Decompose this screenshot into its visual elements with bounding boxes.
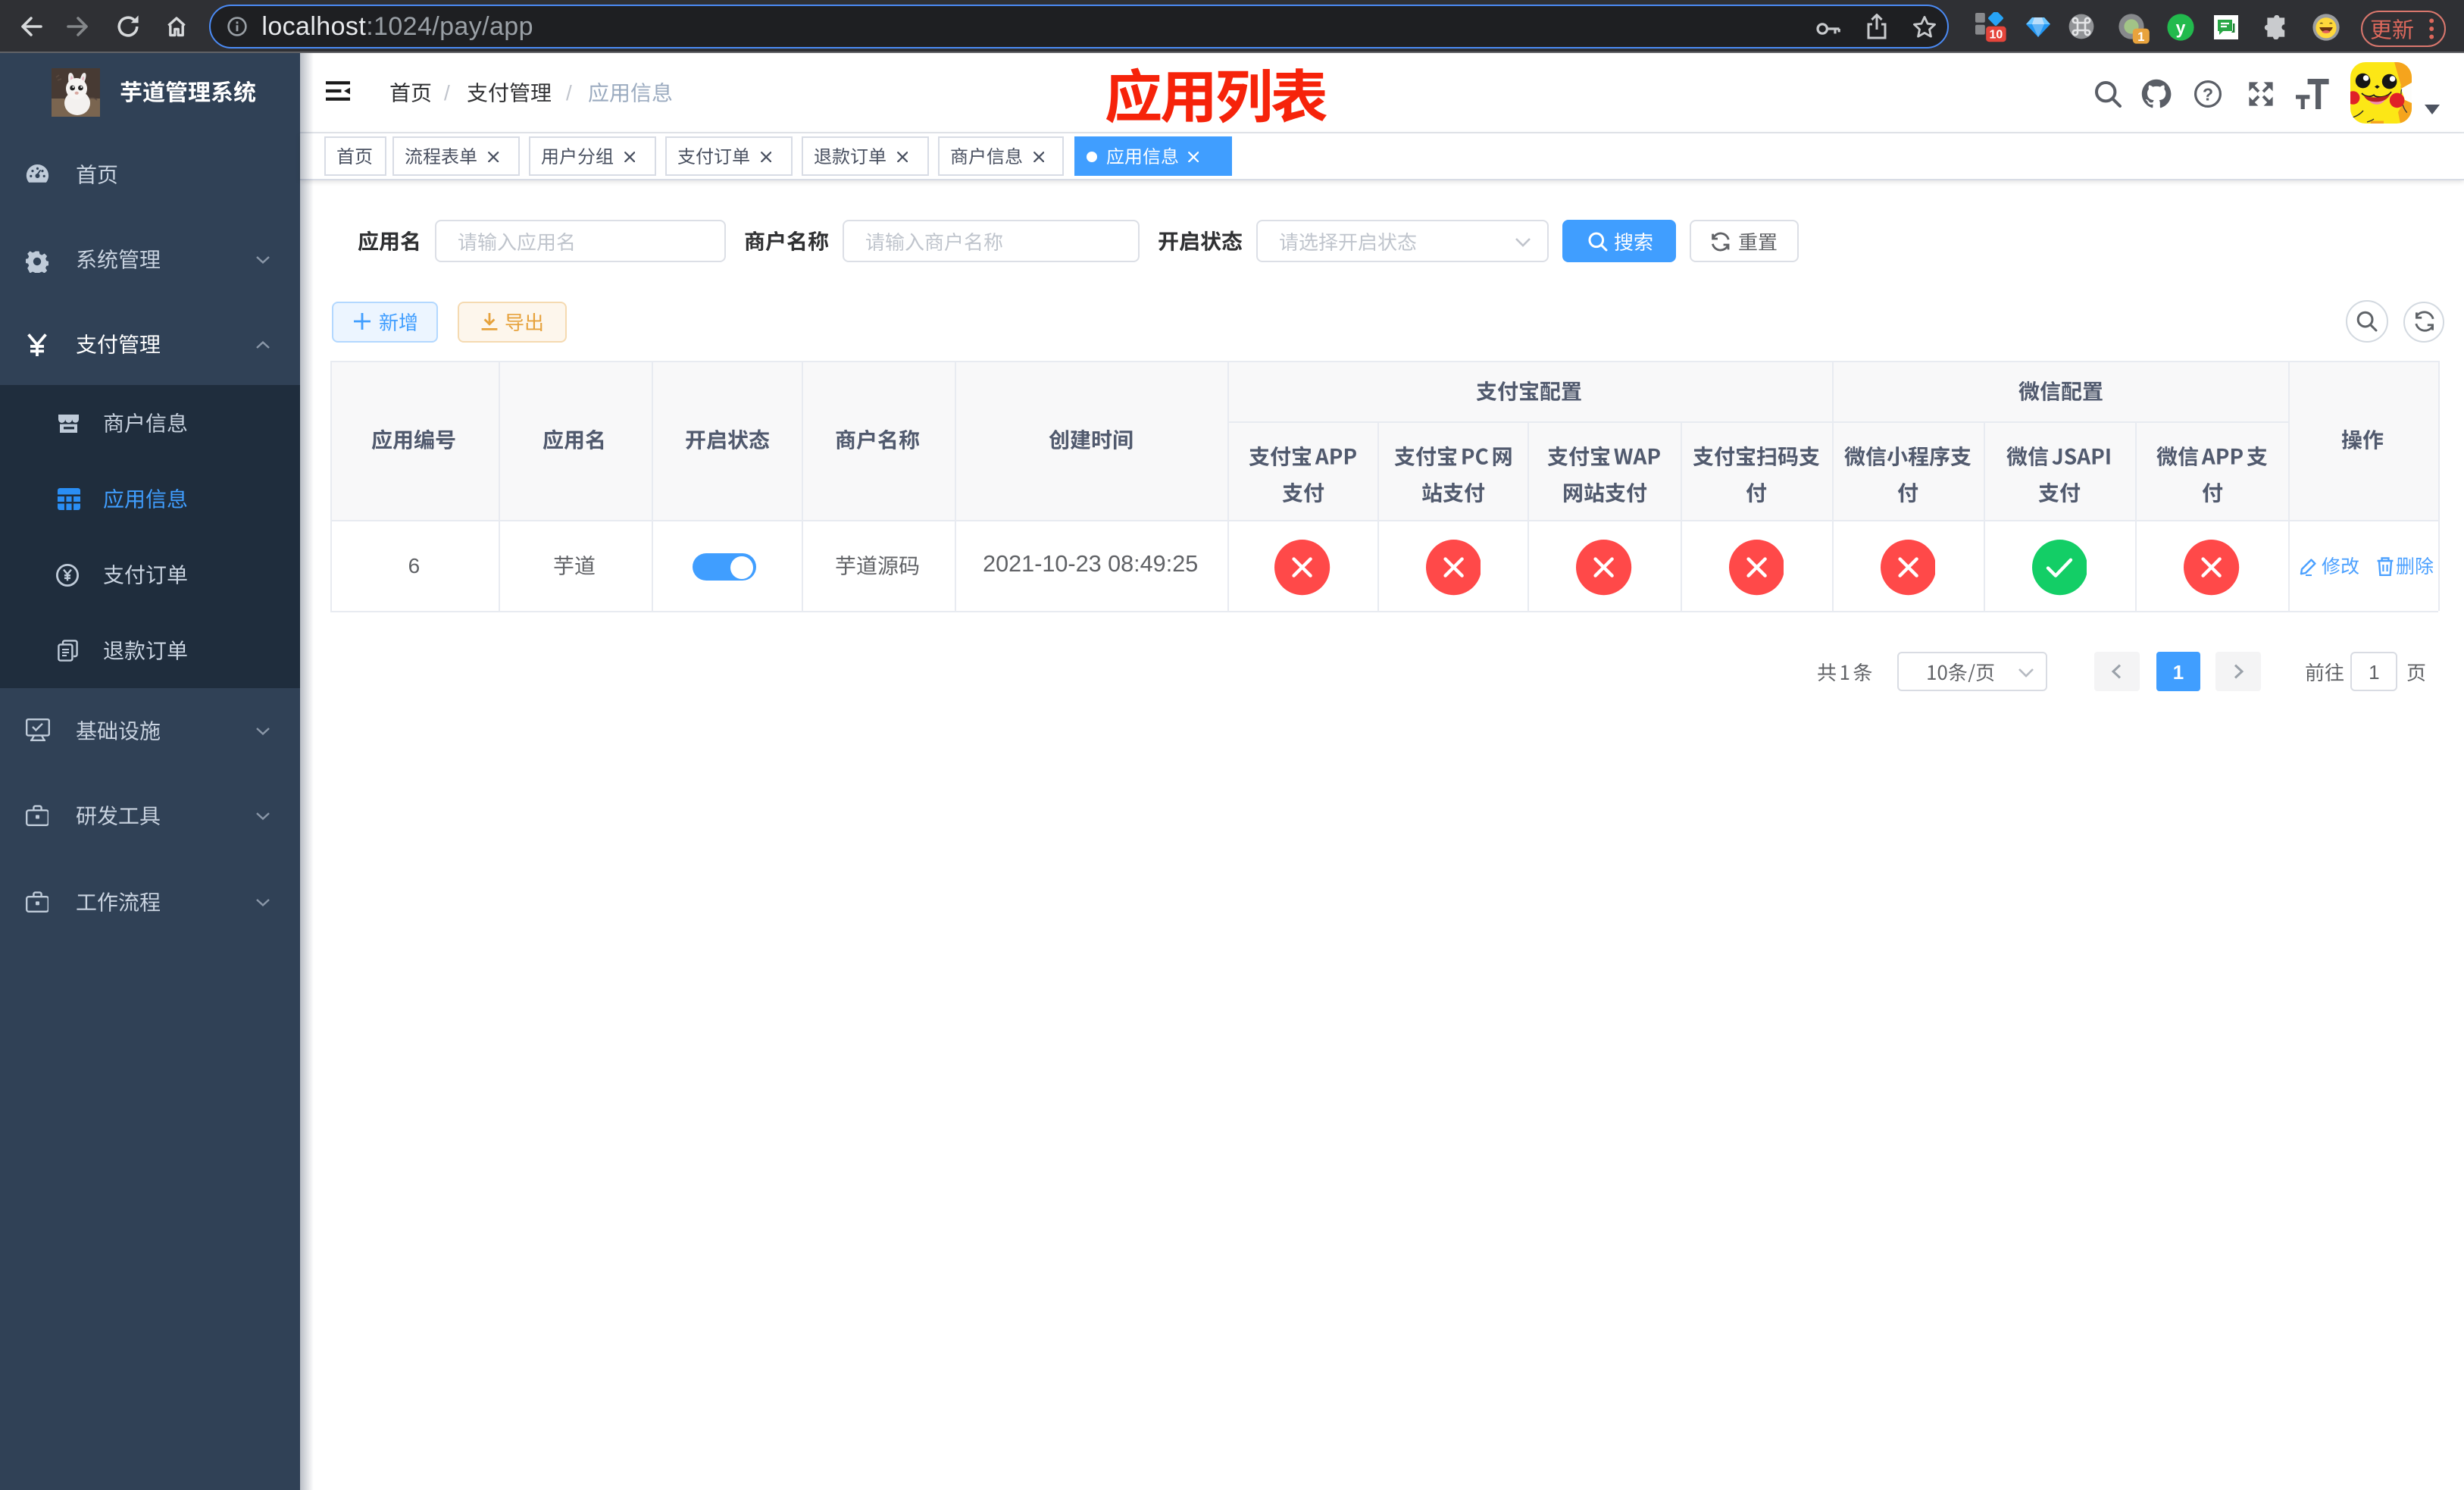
svg-text:1: 1 [2137, 30, 2143, 44]
svg-text:10: 10 [1990, 29, 2003, 42]
svg-text:y: y [2175, 17, 2185, 36]
svg-text:?: ? [2203, 83, 2213, 103]
